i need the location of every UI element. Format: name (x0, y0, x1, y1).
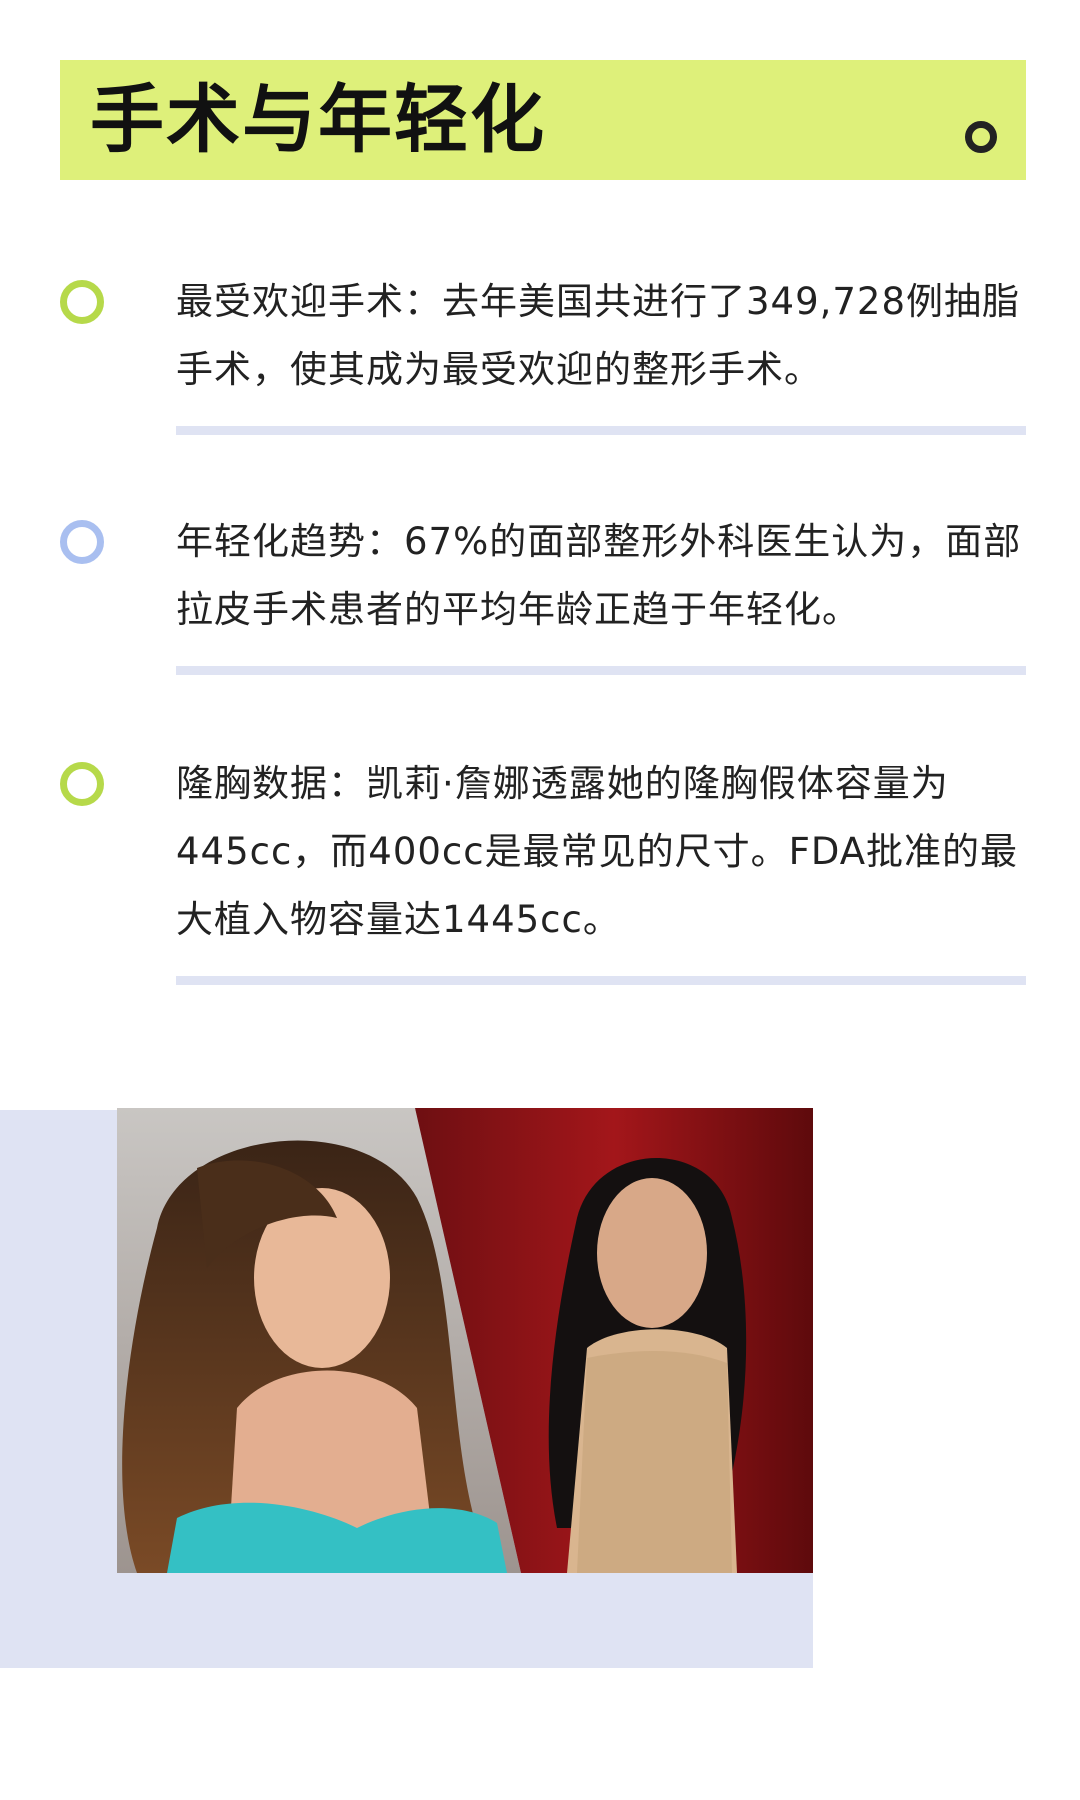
page-title: 手术与年轻化 (90, 77, 546, 163)
divider (176, 976, 1026, 985)
item-text: 隆胸数据：凯莉·詹娜透露她的隆胸假体容量为445cc，而400cc是最常见的尺寸… (176, 762, 1019, 941)
bullet-ring-icon (60, 280, 104, 324)
item-text: 最受欢迎手术：去年美国共进行了349,728例抽脂手术，使其成为最受欢迎的整形手… (176, 280, 1021, 391)
divider (176, 666, 1026, 675)
comparison-photo (117, 1108, 813, 1573)
bullet-ring-icon (60, 762, 104, 806)
divider (176, 426, 1026, 435)
item-text: 年轻化趋势：67%的面部整形外科医生认为，面部拉皮手术患者的平均年龄正趋于年轻化… (176, 520, 1022, 631)
header-banner: 手术与年轻化 (60, 60, 1026, 180)
bullet-ring-icon (60, 520, 104, 564)
circle-icon (965, 121, 997, 153)
